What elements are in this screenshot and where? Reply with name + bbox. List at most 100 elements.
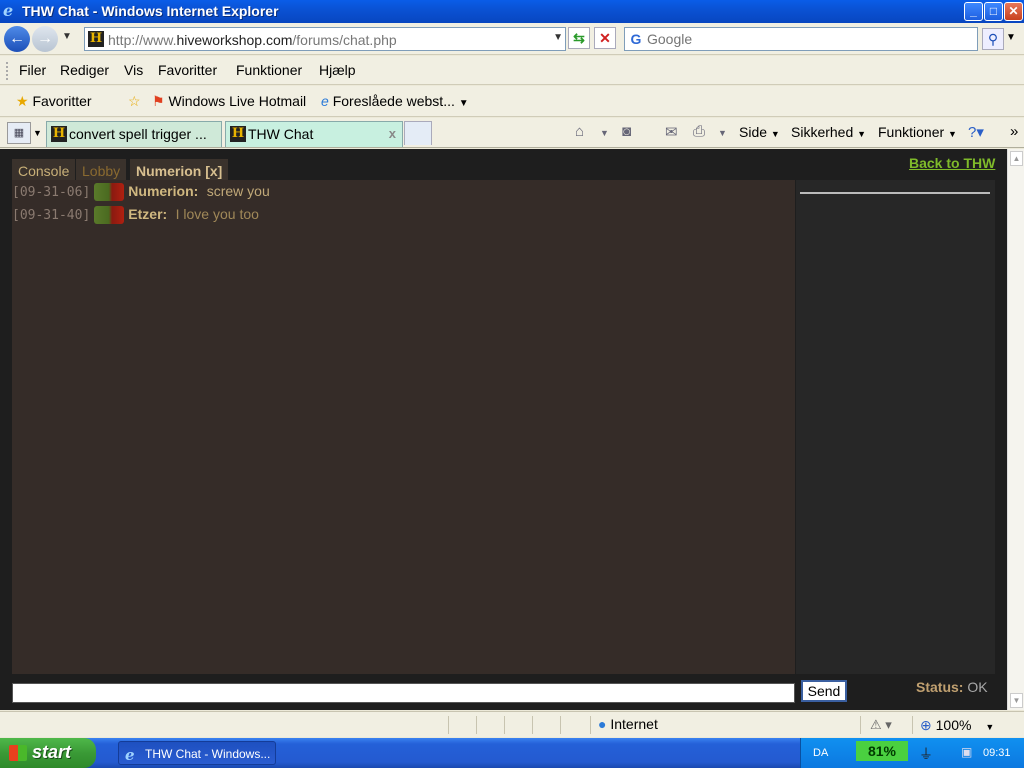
address-toolbar: ← → ▼ H http://www.hiveworkshop.com/foru… xyxy=(0,23,1024,55)
chat-messages[interactable]: [09-31-06] Numerion: screw you [09-31-40]… xyxy=(12,180,795,674)
hive-favicon-icon: H xyxy=(88,31,104,47)
message-nick[interactable]: Numerion: xyxy=(128,183,198,199)
connection-status: Status: OK xyxy=(916,679,988,695)
home-icon[interactable]: ⌂ xyxy=(575,123,584,140)
add-favorite-icon[interactable]: ☆ xyxy=(128,93,141,110)
google-icon: G xyxy=(630,31,642,47)
recent-pages-dropdown-icon[interactable]: ▼ xyxy=(62,31,72,42)
mail-icon[interactable]: ✉ xyxy=(665,123,678,141)
new-tab-button[interactable] xyxy=(404,121,432,145)
address-input[interactable]: H http://www.hiveworkshop.com/forums/cha… xyxy=(84,27,566,51)
tab-list-dropdown-icon[interactable]: ▼ xyxy=(33,128,42,138)
ie-logo-icon: e xyxy=(321,93,329,109)
more-commands-icon[interactable]: » xyxy=(1010,123,1018,140)
battery-indicator[interactable]: 81% xyxy=(856,741,908,761)
chevron-down-icon[interactable]: ▼ xyxy=(718,128,727,138)
system-tray: DA 81% ⏚ ▣ 09:31 xyxy=(800,738,1024,768)
search-box[interactable]: G xyxy=(624,27,978,51)
divider xyxy=(560,716,561,734)
window-titlebar[interactable]: e THW Chat - Windows Internet Explorer _… xyxy=(0,0,1024,23)
chat-tab-console[interactable]: Console xyxy=(12,159,76,181)
menu-favorites[interactable]: Favoritter xyxy=(158,62,217,78)
minimize-button[interactable]: _ xyxy=(964,2,983,21)
chat-input[interactable] xyxy=(12,683,795,703)
windows-flag-icon xyxy=(9,745,27,761)
message-nick[interactable]: Etzer: xyxy=(128,206,167,222)
chat-message: [09-31-40] Etzer: I love you too xyxy=(12,206,259,226)
taskbar: start e THW Chat - Windows... DA 81% ⏚ ▣… xyxy=(0,738,1024,768)
back-to-thw-link[interactable]: Back to THW xyxy=(909,155,995,171)
ie-logo-icon: e xyxy=(125,746,135,764)
tools-menu[interactable]: Funktioner ▼ xyxy=(878,124,957,140)
rss-feed-icon[interactable]: ◙ xyxy=(622,123,631,140)
divider xyxy=(448,716,449,734)
tab-bar: ▦ ▼ H convert spell trigger ... H THW Ch… xyxy=(0,118,1024,148)
divider xyxy=(590,716,591,734)
divider xyxy=(860,716,861,734)
chat-page: Back to THW Console Lobby Numerion [x] [… xyxy=(0,149,1007,710)
toolbar-grip[interactable] xyxy=(6,62,9,80)
hive-favicon-icon: H xyxy=(51,126,67,142)
close-tab-icon[interactable]: x xyxy=(389,126,396,141)
scroll-down-icon[interactable]: ▼ xyxy=(1010,693,1023,708)
chat-tab-numerion[interactable]: Numerion [x] xyxy=(130,159,229,181)
avatar xyxy=(94,206,125,224)
clock[interactable]: 09:31 xyxy=(983,747,1011,759)
zoom-icon: ⊕ xyxy=(920,717,932,733)
stop-button[interactable]: ✕ xyxy=(594,27,616,49)
search-icon[interactable]: ⚲ xyxy=(982,28,1004,50)
favorite-suggested-sites[interactable]: e Foreslåede webst... ▼ xyxy=(321,93,469,109)
chevron-down-icon[interactable]: ▼ xyxy=(600,128,609,138)
power-plug-icon[interactable]: ⏚ xyxy=(919,744,933,764)
favorite-hotmail[interactable]: ⚑ Windows Live Hotmail xyxy=(152,93,306,110)
menu-file[interactable]: Filer xyxy=(19,62,46,78)
message-timestamp: [09-31-40] xyxy=(12,208,91,223)
protected-mode-icon[interactable]: ⚠ ▾ xyxy=(870,717,892,733)
page-scrollbar[interactable]: ▲ ▼ xyxy=(1007,149,1024,710)
window-title: THW Chat - Windows Internet Explorer xyxy=(22,3,279,19)
star-icon: ★ xyxy=(16,93,29,109)
quick-tabs-button[interactable]: ▦ xyxy=(7,122,31,144)
safety-menu[interactable]: Sikkerhed ▼ xyxy=(791,124,866,140)
maximize-button[interactable]: □ xyxy=(984,2,1003,21)
security-zone[interactable]: ● Internet xyxy=(598,716,658,732)
message-text: screw you xyxy=(206,183,270,199)
help-icon[interactable]: ?▾ xyxy=(968,123,984,141)
start-button[interactable]: start xyxy=(0,738,96,768)
favorites-bar: ★ Favoritter ☆ ⚑ Windows Live Hotmail e … xyxy=(0,86,1024,117)
send-button[interactable]: Send xyxy=(801,680,847,702)
refresh-button[interactable]: ⇆ xyxy=(568,27,590,49)
language-indicator[interactable]: DA xyxy=(813,747,828,759)
ie-logo-icon: e xyxy=(3,1,14,20)
search-options-dropdown-icon[interactable]: ▼ xyxy=(1006,32,1016,43)
close-button[interactable]: ✕ xyxy=(1004,2,1023,21)
chat-tab-lobby[interactable]: Lobby xyxy=(76,159,127,181)
scroll-up-icon[interactable]: ▲ xyxy=(1010,151,1023,166)
search-input[interactable] xyxy=(647,30,967,48)
menu-view[interactable]: Vis xyxy=(124,62,143,78)
forward-button[interactable]: → xyxy=(32,26,58,52)
menu-edit[interactable]: Rediger xyxy=(60,62,109,78)
back-button[interactable]: ← xyxy=(4,26,30,52)
network-icon[interactable]: ▣ xyxy=(961,745,972,759)
globe-icon: ● xyxy=(598,716,607,732)
zoom-level[interactable]: ⊕ 100% ▼ xyxy=(920,717,994,734)
favorites-button[interactable]: ★ Favoritter xyxy=(16,93,92,110)
tab-thw-chat[interactable]: H THW Chat x xyxy=(225,121,403,147)
taskbar-item-ie[interactable]: e THW Chat - Windows... xyxy=(118,741,276,765)
tab-convert-spell-trigger[interactable]: H convert spell trigger ... xyxy=(46,121,222,147)
hive-favicon-icon: H xyxy=(230,126,246,142)
user-list-panel xyxy=(796,180,995,674)
status-bar: ● Internet ⚠ ▾ ⊕ 100% ▼ xyxy=(0,711,1024,737)
address-dropdown-icon[interactable]: ▼ xyxy=(553,32,563,43)
print-icon[interactable]: ⎙ xyxy=(693,123,705,140)
divider xyxy=(912,716,913,734)
page-menu[interactable]: Side ▼ xyxy=(739,124,780,140)
menu-help[interactable]: Hjælp xyxy=(319,62,356,78)
message-timestamp: [09-31-06] xyxy=(12,185,91,200)
avatar xyxy=(94,183,125,201)
divider xyxy=(476,716,477,734)
menu-bar: Filer Rediger Vis Favoritter Funktioner … xyxy=(0,56,1024,85)
chevron-down-icon: ▼ xyxy=(458,98,469,109)
menu-tools[interactable]: Funktioner xyxy=(236,62,302,78)
